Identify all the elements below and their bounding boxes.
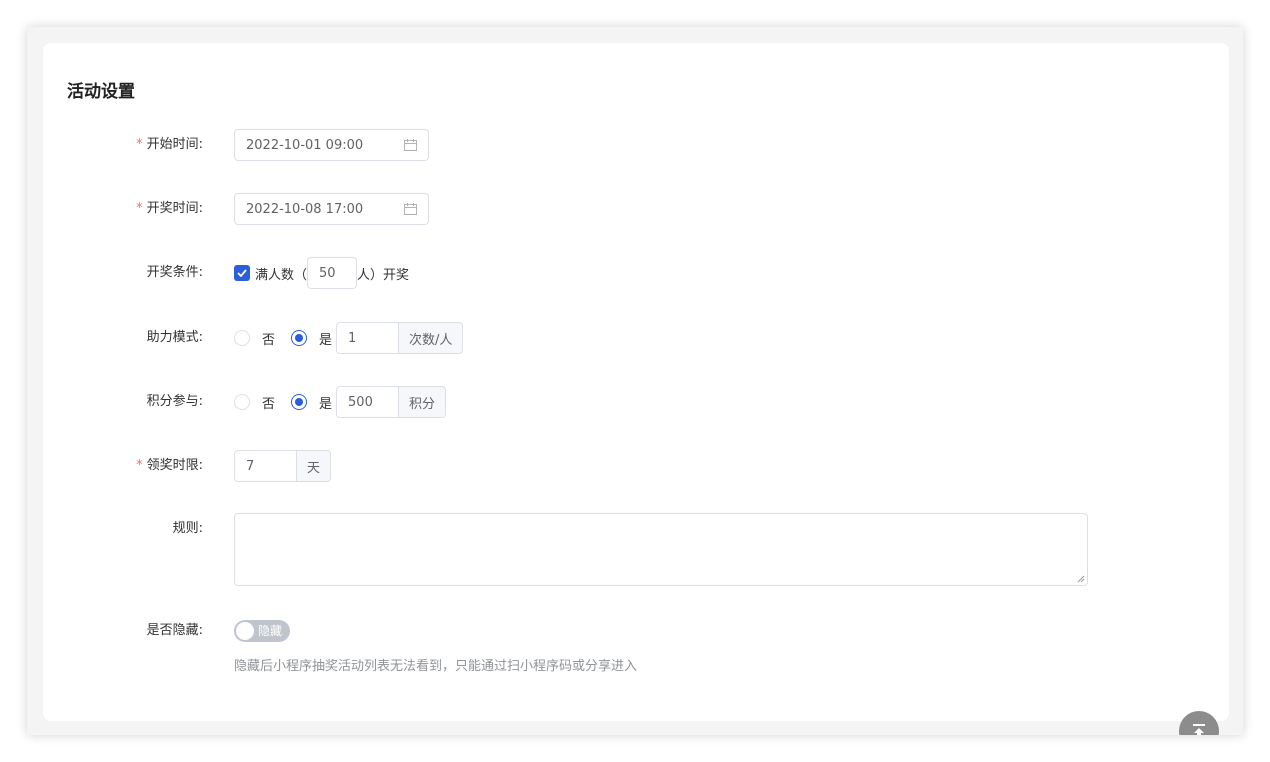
claim-limit-label: * 领奖时限: [136, 458, 203, 473]
points-participation-label: 积分参与: [146, 394, 203, 409]
start-time-row: * 开始时间: 2022-10-01 09:00 [43, 129, 1229, 161]
assist-mode-row: 助力模式: 否 是 1 次数/人 [43, 322, 1229, 354]
draw-time-label: * 开奖时间: [136, 201, 203, 216]
draw-time-row: * 开奖时间: 2022-10-08 17:00 [43, 193, 1229, 225]
assist-count-input[interactable]: 1 [336, 322, 400, 354]
draw-condition-text-before: 满人数（ [255, 267, 308, 283]
app-frame: 活动设置 * 开始时间: 2022-10-01 09:00 * 开奖时间: 20… [27, 27, 1243, 735]
points-group: 500 积分 [336, 386, 447, 418]
claim-limit-row: * 领奖时限: 7 天 [43, 450, 1229, 482]
rules-textarea[interactable] [234, 513, 1088, 586]
points-input[interactable]: 500 [336, 386, 400, 418]
assist-mode-yes-label[interactable]: 是 [319, 329, 332, 348]
draw-condition-row: 开奖条件: 满人数（ 50 人）开奖 [43, 257, 1229, 289]
claim-limit-group: 7 天 [234, 450, 332, 482]
assist-mode-no-radio[interactable] [234, 330, 250, 346]
points-no-radio[interactable] [234, 394, 250, 410]
draw-condition-label: 开奖条件: [146, 265, 203, 280]
back-to-top-icon [1193, 724, 1205, 735]
participant-count-input[interactable]: 50 [307, 257, 358, 289]
assist-mode-yes-radio[interactable] [291, 330, 308, 346]
activity-settings-card: 活动设置 * 开始时间: 2022-10-01 09:00 * 开奖时间: 20… [43, 43, 1229, 721]
draw-time-picker[interactable]: 2022-10-08 17:00 [234, 193, 429, 225]
claim-limit-unit: 天 [297, 450, 332, 482]
points-unit: 积分 [399, 386, 447, 418]
rules-row: 规则: [43, 513, 1229, 586]
card-title: 活动设置 [67, 82, 135, 102]
switch-knob [236, 622, 254, 640]
assist-mode-label: 助力模式: [146, 330, 203, 345]
resize-handle-icon[interactable] [1077, 575, 1085, 583]
start-time-picker[interactable]: 2022-10-01 09:00 [234, 129, 429, 161]
required-mark: * [136, 458, 143, 473]
draw-condition-checkbox[interactable] [234, 265, 250, 281]
points-participation-row: 积分参与: 否 是 500 积分 [43, 386, 1229, 418]
switch-text: 隐藏 [258, 624, 283, 638]
points-yes-radio[interactable] [291, 394, 308, 410]
claim-limit-input[interactable]: 7 [234, 450, 297, 482]
required-mark: * [136, 137, 143, 152]
check-icon [237, 269, 247, 277]
points-no-label[interactable]: 否 [262, 393, 275, 412]
assist-mode-no-label[interactable]: 否 [262, 329, 275, 348]
required-mark: * [136, 201, 143, 216]
hidden-tip: 隐藏后小程序抽奖活动列表无法看到，只能通过扫小程序码或分享进入 [234, 659, 638, 674]
hidden-switch[interactable]: 隐藏 [234, 620, 290, 642]
draw-time-value: 2022-10-08 17:00 [246, 201, 364, 217]
hidden-row: 是否隐藏: 隐藏 [43, 615, 1229, 647]
points-yes-label[interactable]: 是 [319, 393, 332, 412]
calendar-icon [404, 139, 417, 151]
calendar-icon [404, 203, 417, 215]
assist-count-unit: 次数/人 [399, 322, 464, 354]
assist-count-group: 1 次数/人 [336, 322, 464, 354]
start-time-value: 2022-10-01 09:00 [246, 137, 364, 153]
start-time-label: * 开始时间: [136, 137, 203, 152]
draw-condition-text-after: 人）开奖 [357, 267, 410, 283]
hidden-label: 是否隐藏: [146, 623, 203, 638]
rules-label: 规则: [172, 521, 203, 536]
